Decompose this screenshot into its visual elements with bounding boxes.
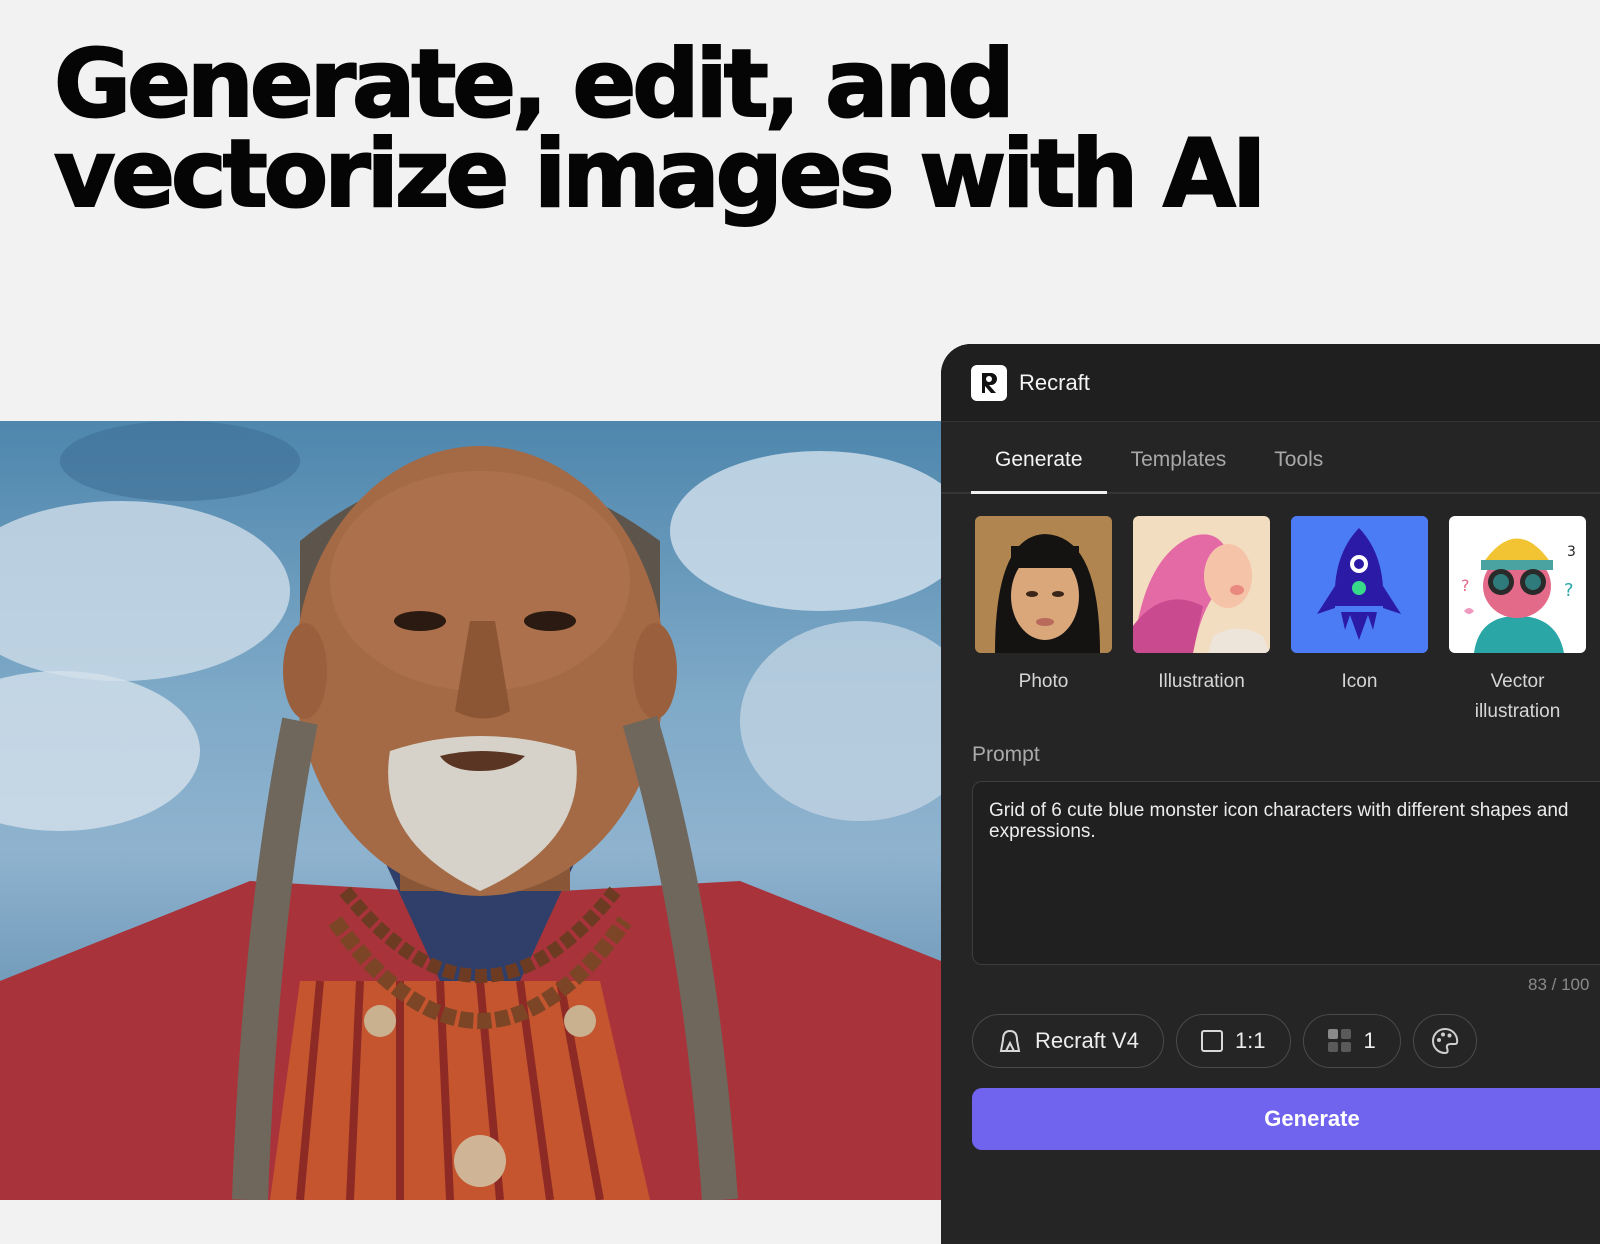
style-label-illustration: Illustration	[1158, 671, 1245, 692]
aspect-ratio-label: 1:1	[1234, 1028, 1266, 1053]
svg-text:?: ?	[1461, 576, 1470, 595]
generate-button[interactable]: Generate	[972, 1088, 1600, 1150]
hero-portrait-photo	[0, 421, 941, 1200]
hero-headline-line2: vectorize images with AI	[53, 120, 1268, 229]
style-label-vector-illustration: Vector illustration	[1474, 671, 1561, 722]
app-title: Recraft	[1019, 369, 1090, 395]
style-option-illustration[interactable]: Illustration	[1133, 516, 1270, 727]
prompt-character-counter: 83 / 100	[1528, 975, 1590, 994]
tab-tools[interactable]: Tools	[1250, 448, 1347, 492]
model-selector-button[interactable]: Recraft V4	[972, 1014, 1164, 1068]
aspect-ratio-button[interactable]: 1:1	[1175, 1014, 1291, 1068]
square-frame-icon	[1200, 1030, 1223, 1052]
vector-illustration-style-thumbnail: ? ? 3	[1449, 516, 1586, 653]
palette-icon	[1431, 1027, 1459, 1055]
svg-text:3: 3	[1567, 544, 1576, 560]
panel-header: Recraft	[941, 344, 1600, 422]
tab-templates[interactable]: Templates	[1107, 448, 1251, 492]
style-label-icon: Icon	[1341, 671, 1378, 692]
style-option-vector-illustration[interactable]: ? ? 3 Vector illustration	[1449, 516, 1586, 727]
style-selector: Photo Illustration Icon ? ? 3 Vector ill…	[975, 516, 1600, 727]
hero-headline-line1: Generate, edit, and	[53, 30, 1016, 139]
hero-headline: Generate, edit, and vectorize images wit…	[53, 30, 1334, 229]
grid-icon	[1327, 1029, 1352, 1053]
model-selector-label: Recraft V4	[1035, 1028, 1139, 1053]
icon-style-thumbnail	[1291, 516, 1428, 653]
style-option-icon[interactable]: Icon	[1291, 516, 1428, 727]
tab-bar: Generate Templates Tools	[941, 422, 1600, 494]
recraft-logo-icon	[971, 364, 1007, 401]
model-icon	[997, 1028, 1023, 1054]
image-count-button[interactable]: 1	[1302, 1014, 1401, 1068]
tab-generate[interactable]: Generate	[971, 448, 1107, 494]
illustration-style-thumbnail	[1133, 516, 1270, 653]
photo-style-thumbnail	[975, 516, 1112, 653]
prompt-input[interactable]: Grid of 6 cute blue monster icon charact…	[972, 781, 1600, 965]
image-count-label: 1	[1363, 1028, 1376, 1053]
recraft-panel: Recraft Generate Templates Tools Photo I…	[941, 344, 1600, 1244]
generation-controls: Recraft V4 1:1 1	[972, 1014, 1489, 1068]
svg-text:?: ?	[1564, 580, 1574, 601]
prompt-label: Prompt	[972, 743, 1040, 766]
rocket-icon	[1291, 516, 1428, 653]
style-label-photo: Photo	[1018, 671, 1069, 692]
style-option-photo[interactable]: Photo	[975, 516, 1112, 727]
palette-button[interactable]	[1412, 1014, 1477, 1068]
